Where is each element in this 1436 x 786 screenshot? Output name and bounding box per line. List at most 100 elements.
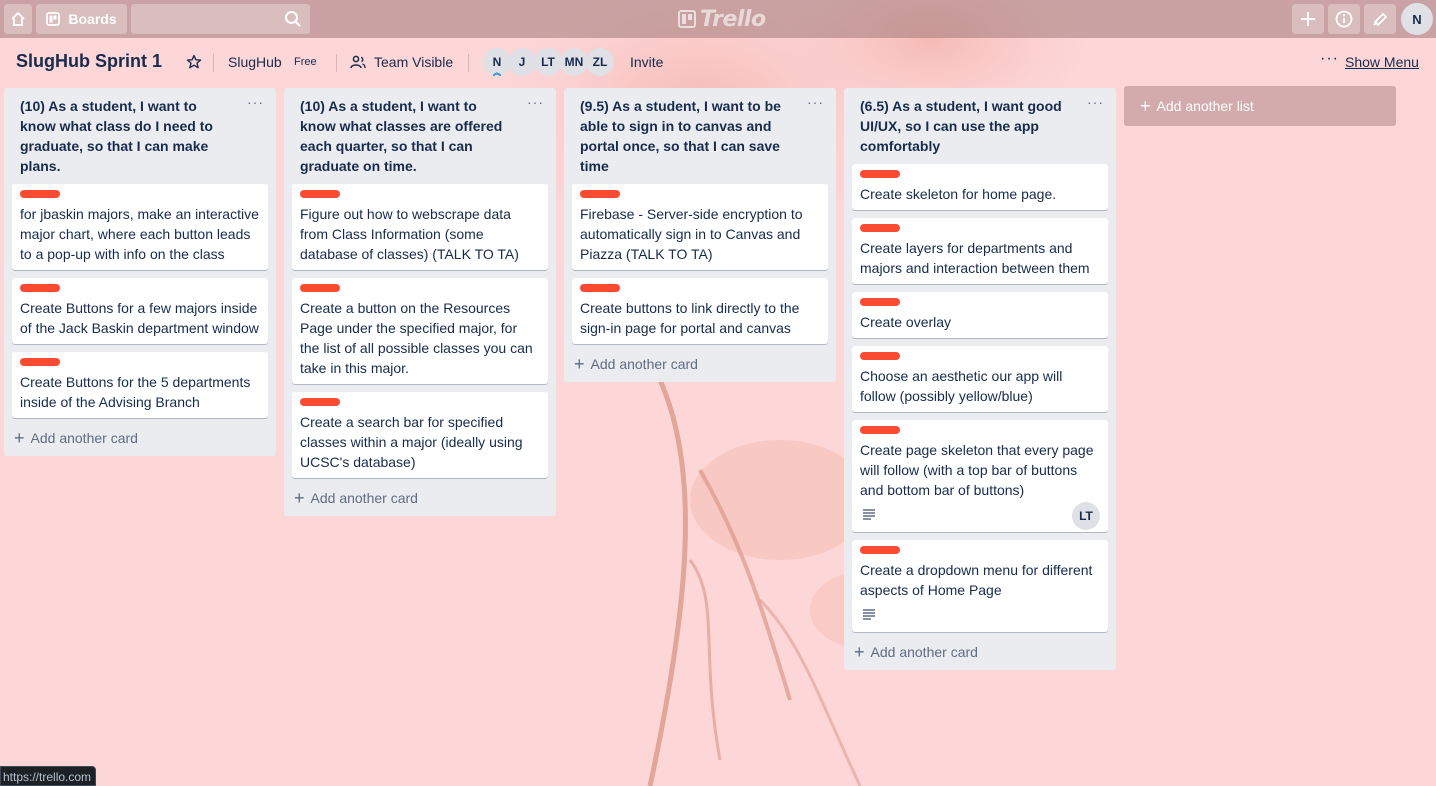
red-label[interactable]: [300, 284, 340, 292]
card[interactable]: Create a search bar for specified classe…: [292, 392, 548, 478]
red-label[interactable]: [300, 190, 340, 198]
user-avatar-initial: N: [1412, 11, 1422, 27]
member-initials: J: [518, 55, 526, 69]
header-divider: [336, 54, 337, 72]
search-icon: [285, 11, 301, 27]
member-initials: N: [492, 55, 502, 69]
card-title: Create overlay: [860, 314, 952, 330]
card-title: Create page skeleton that every page wil…: [860, 442, 1094, 498]
list-title[interactable]: (6.5) As a student, I want good UI/UX, s…: [860, 96, 1076, 156]
red-label[interactable]: [860, 224, 900, 232]
card-title: Create a dropdown menu for different asp…: [860, 562, 1093, 598]
description-icon: [863, 609, 875, 620]
boards-icon: [46, 12, 61, 26]
card[interactable]: Create layers for departments and majors…: [852, 218, 1108, 284]
search-input[interactable]: [131, 4, 310, 34]
member-avatar[interactable]: N ︽: [483, 48, 511, 77]
team-name[interactable]: SlugHub: [228, 54, 282, 70]
member-avatar[interactable]: ZL: [586, 48, 614, 76]
list-4: (6.5) As a student, I want good UI/UX, s…: [844, 88, 1116, 670]
add-card-label: Add another card: [310, 490, 418, 506]
add-card-button[interactable]: + Add another card: [284, 486, 556, 516]
red-label[interactable]: [20, 358, 60, 366]
boards-button[interactable]: Boards: [36, 4, 127, 34]
status-bar-url: https://trello.com: [0, 766, 97, 786]
card-list: Firebase - Server-side encryption to aut…: [564, 180, 836, 344]
red-label[interactable]: [860, 170, 900, 178]
red-label[interactable]: [300, 398, 340, 406]
logo-text: Trello: [700, 6, 766, 32]
card-title: Firebase - Server-side encryption to aut…: [580, 206, 803, 262]
red-label[interactable]: [20, 284, 60, 292]
add-card-button[interactable]: + Add another card: [4, 426, 276, 456]
red-label[interactable]: [860, 546, 900, 554]
member-avatar[interactable]: MN: [560, 48, 588, 76]
plus-icon: +: [14, 428, 25, 448]
invite-button[interactable]: Invite: [630, 54, 663, 70]
red-label[interactable]: [860, 298, 900, 306]
list-title[interactable]: (10) As a student, I want to know what c…: [20, 96, 236, 176]
add-list-label: Add another list: [1156, 98, 1254, 114]
add-list-button[interactable]: + Add another list: [1124, 86, 1396, 126]
list-3: (9.5) As a student, I want to be able to…: [564, 88, 836, 382]
admin-chevron-icon: ︽: [493, 68, 501, 77]
member-initials: ZL: [592, 55, 608, 69]
list-menu-icon[interactable]: ···: [247, 94, 264, 110]
red-label[interactable]: [580, 190, 620, 198]
create-button[interactable]: [1292, 4, 1324, 34]
member-initials: LT: [1079, 509, 1093, 523]
card[interactable]: Create Buttons for a few majors inside o…: [12, 278, 268, 344]
home-button[interactable]: [4, 4, 32, 34]
boards-label: Boards: [68, 11, 117, 27]
top-navigation-bar: Boards Trello N: [0, 0, 1436, 38]
description-icon: [863, 509, 875, 520]
add-card-button[interactable]: + Add another card: [844, 640, 1116, 670]
list-menu-icon[interactable]: ···: [807, 94, 824, 110]
card[interactable]: Create buttons to link directly to the s…: [572, 278, 828, 344]
list-header: (9.5) As a student, I want to be able to…: [564, 88, 836, 180]
list-1: (10) As a student, I want to know what c…: [4, 88, 276, 456]
user-avatar[interactable]: N: [1401, 3, 1433, 35]
plus-icon: +: [574, 354, 585, 374]
list-menu-icon[interactable]: ···: [1087, 94, 1104, 110]
list-title[interactable]: (10) As a student, I want to know what c…: [300, 96, 516, 176]
add-card-button[interactable]: + Add another card: [564, 352, 836, 382]
show-menu-button[interactable]: Show Menu: [1345, 54, 1419, 70]
list-menu-icon[interactable]: ···: [527, 94, 544, 110]
card[interactable]: Choose an aesthetic our app will follow …: [852, 346, 1108, 412]
red-label[interactable]: [580, 284, 620, 292]
team-visibility-icon: [350, 55, 366, 69]
card[interactable]: for jbaskin majors, make an interactive …: [12, 184, 268, 270]
star-icon[interactable]: [186, 54, 202, 70]
card[interactable]: Create a button on the Resources Page un…: [292, 278, 548, 384]
card-title: Choose an aesthetic our app will follow …: [860, 368, 1063, 404]
red-label[interactable]: [20, 190, 60, 198]
member-avatar[interactable]: LT: [534, 48, 562, 76]
plus-icon: +: [854, 642, 865, 662]
card[interactable]: Create overlay: [852, 292, 1108, 338]
card-title: Create layers for departments and majors…: [860, 240, 1090, 276]
trello-logo-icon: [678, 10, 696, 28]
member-avatar[interactable]: J: [508, 48, 536, 76]
member-initials: LT: [541, 55, 555, 69]
card[interactable]: Create a dropdown menu for different asp…: [852, 540, 1108, 632]
red-label[interactable]: [860, 426, 900, 434]
card[interactable]: Create page skeleton that every page wil…: [852, 420, 1108, 532]
more-options-icon[interactable]: ···: [1320, 50, 1339, 68]
header-divider: [213, 54, 214, 72]
red-label[interactable]: [860, 352, 900, 360]
card[interactable]: Figure out how to webscrape data from Cl…: [292, 184, 548, 270]
add-card-label: Add another card: [590, 356, 698, 372]
card[interactable]: Create skeleton for home page.: [852, 164, 1108, 210]
board-title[interactable]: SlugHub Sprint 1: [16, 51, 162, 72]
visibility-button[interactable]: Team Visible: [350, 54, 453, 70]
trello-logo[interactable]: Trello: [678, 6, 766, 32]
card-badges: LT: [860, 502, 1100, 530]
card[interactable]: Create Buttons for the 5 departments ins…: [12, 352, 268, 418]
list-title[interactable]: (9.5) As a student, I want to be able to…: [580, 96, 796, 176]
info-button[interactable]: [1328, 4, 1360, 34]
card-member-avatar[interactable]: LT: [1072, 502, 1100, 530]
card-title: Figure out how to webscrape data from Cl…: [300, 206, 519, 262]
card[interactable]: Firebase - Server-side encryption to aut…: [572, 184, 828, 270]
notifications-button[interactable]: [1364, 4, 1396, 34]
